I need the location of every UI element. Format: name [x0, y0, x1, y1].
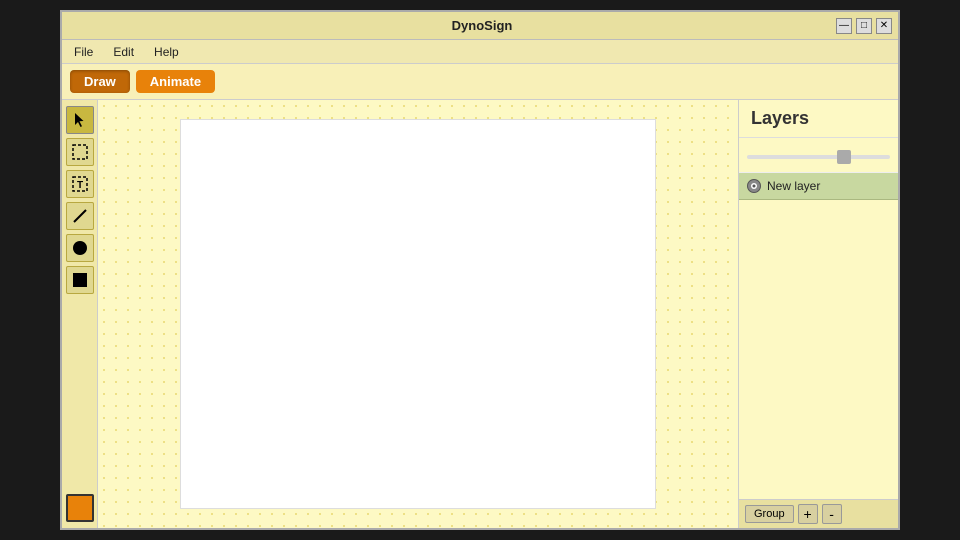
menu-help[interactable]: Help	[150, 43, 183, 61]
main-content: T	[62, 100, 898, 528]
line-tool[interactable]	[66, 202, 94, 230]
layer-item[interactable]: New layer	[739, 173, 898, 200]
menu-file[interactable]: File	[70, 43, 97, 61]
svg-text:T: T	[76, 180, 82, 191]
minimize-button[interactable]: —	[836, 18, 852, 34]
layers-title: Layers	[739, 100, 898, 138]
remove-layer-button[interactable]: -	[822, 504, 842, 524]
app-window: DynoSign — □ ✕ File Edit Help Draw Anima…	[60, 10, 900, 530]
square-tool[interactable]	[66, 266, 94, 294]
circle-icon	[71, 239, 89, 257]
add-layer-button[interactable]: +	[798, 504, 818, 524]
layer-visibility-icon[interactable]	[747, 179, 761, 193]
left-toolbar: T	[62, 100, 98, 528]
rect-select-tool[interactable]	[66, 138, 94, 166]
cursor-icon	[71, 111, 89, 129]
square-icon	[71, 271, 89, 289]
layer-name: New layer	[767, 179, 820, 193]
menu-bar: File Edit Help	[62, 40, 898, 64]
group-button[interactable]: Group	[745, 505, 794, 523]
text-icon: T	[71, 175, 89, 193]
layers-list: New layer	[739, 173, 898, 499]
close-button[interactable]: ✕	[876, 18, 892, 34]
color-swatch[interactable]	[66, 494, 94, 522]
menu-edit[interactable]: Edit	[109, 43, 138, 61]
select-tool[interactable]	[66, 106, 94, 134]
app-title: DynoSign	[128, 18, 836, 33]
window-controls: — □ ✕	[836, 18, 892, 34]
draw-button[interactable]: Draw	[70, 70, 130, 93]
text-tool[interactable]: T	[66, 170, 94, 198]
animate-button[interactable]: Animate	[136, 70, 215, 93]
toolbar: Draw Animate	[62, 64, 898, 100]
line-icon	[71, 207, 89, 225]
restore-button[interactable]: □	[856, 18, 872, 34]
rect-select-icon	[71, 143, 89, 161]
layers-panel: Layers New layer Group	[738, 100, 898, 528]
layers-slider-area	[739, 138, 898, 173]
title-bar: DynoSign — □ ✕	[62, 12, 898, 40]
canvas[interactable]	[180, 119, 656, 509]
canvas-area[interactable]	[98, 100, 738, 528]
layers-footer: Group + -	[739, 499, 898, 528]
circle-tool[interactable]	[66, 234, 94, 262]
layers-slider[interactable]	[747, 155, 890, 159]
layers-buttons: Group + -	[739, 500, 898, 528]
